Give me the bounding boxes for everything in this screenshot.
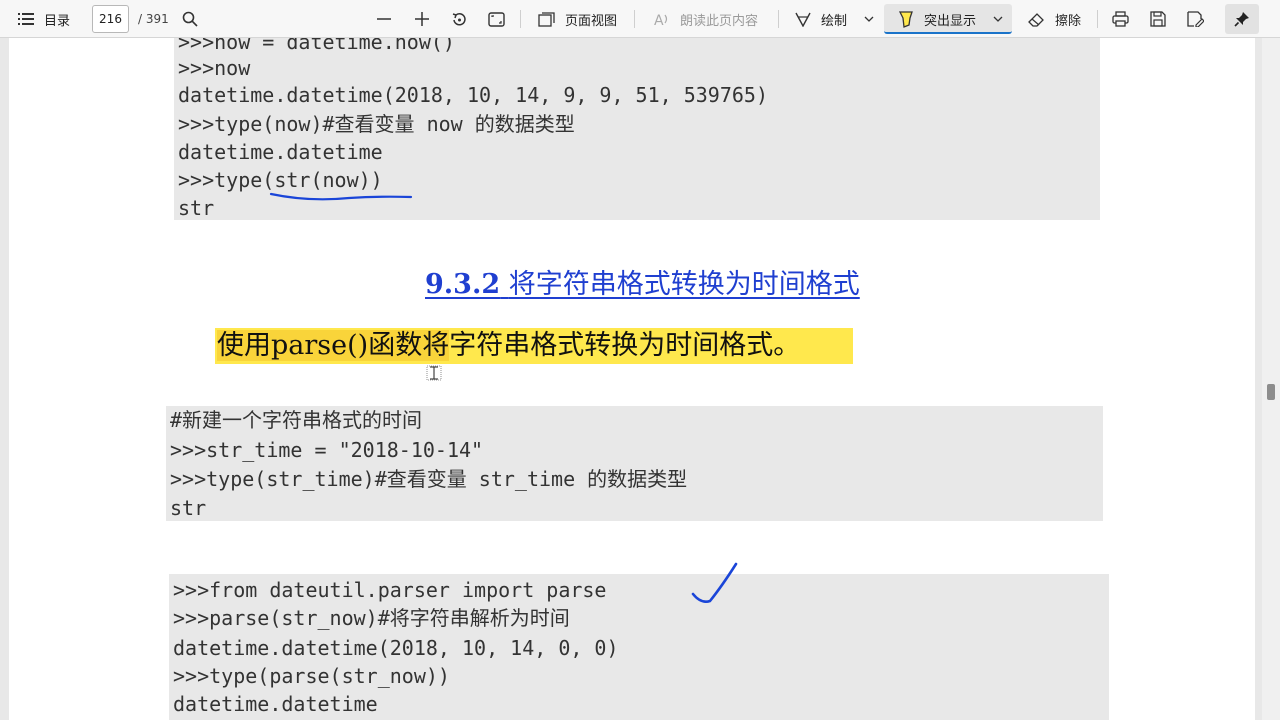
read-aloud-button[interactable]: A 朗读此页内容 bbox=[654, 0, 758, 38]
chevron-down-icon bbox=[864, 16, 874, 22]
toolbar-separator bbox=[520, 10, 521, 28]
highlighted-paragraph: 使用parse()函数将字符串格式转换为时间格式。 bbox=[215, 328, 853, 364]
code-line: datetime.datetime(2018, 10, 14, 0, 0) bbox=[173, 636, 619, 660]
code-line: >>>type(str_time)#查看变量 str_time 的数据类型 bbox=[170, 467, 688, 491]
highlight-label: 突出显示 bbox=[924, 13, 977, 29]
code-line: #新建一个字符串格式的时间 bbox=[170, 408, 423, 432]
highlight-button-content[interactable]: 突出显示 bbox=[898, 0, 976, 38]
paragraph-text: 字符串格式转换为时间格式。 bbox=[449, 330, 801, 361]
eraser-icon bbox=[1028, 12, 1045, 27]
zoom-out-icon bbox=[376, 11, 392, 27]
draw-options-dropdown[interactable] bbox=[864, 0, 874, 38]
scrollbar-thumb[interactable] bbox=[1267, 384, 1275, 400]
toolbar-separator bbox=[1097, 10, 1098, 28]
code-line: >>>parse(str_now)#将字符串解析为时间 bbox=[173, 606, 570, 630]
section-title: 将字符串格式转换为时间格式 bbox=[508, 269, 860, 300]
search-icon bbox=[182, 11, 198, 27]
pin-icon bbox=[1234, 11, 1250, 27]
section-number: 9.3.2 bbox=[425, 269, 501, 300]
pdf-toolbar: 目录 / 391 页面视图 A bbox=[0, 0, 1280, 38]
toc-button[interactable]: 目录 bbox=[18, 0, 70, 38]
read-aloud-label: 朗读此页内容 bbox=[680, 13, 759, 29]
code-line: str bbox=[170, 496, 207, 520]
zoom-in-icon bbox=[414, 11, 430, 27]
page-view-label: 页面视图 bbox=[565, 13, 618, 29]
code-line: datetime.datetime bbox=[178, 140, 383, 164]
zoom-out-button[interactable] bbox=[376, 0, 392, 38]
save-icon bbox=[1150, 11, 1166, 27]
draw-icon bbox=[795, 11, 811, 27]
pin-toolbar-content[interactable] bbox=[1234, 0, 1250, 38]
read-aloud-icon: A bbox=[654, 12, 670, 27]
code-line: >>>str_time = "2018-10-14" bbox=[170, 438, 484, 462]
toolbar-separator bbox=[778, 10, 779, 28]
fit-page-icon bbox=[488, 11, 505, 27]
toc-label: 目录 bbox=[44, 13, 71, 29]
pdf-page: >>>now = datetime.now() >>>now datetime.… bbox=[9, 38, 1255, 720]
print-button[interactable] bbox=[1112, 0, 1129, 38]
highlighter-icon bbox=[898, 10, 914, 28]
vertical-scrollbar[interactable] bbox=[1262, 38, 1280, 720]
text-cursor-icon bbox=[426, 365, 442, 381]
rotate-icon bbox=[451, 11, 468, 28]
code-block-parse: >>>from dateutil.parser import parse >>>… bbox=[169, 574, 1109, 720]
erase-button[interactable]: 擦除 bbox=[1028, 0, 1081, 38]
chevron-down-icon bbox=[993, 16, 1003, 22]
zoom-in-button[interactable] bbox=[414, 0, 430, 38]
code-block-str-time: #新建一个字符串格式的时间 >>>str_time = "2018-10-14"… bbox=[166, 406, 1103, 521]
svg-text:A: A bbox=[654, 13, 664, 27]
erase-label: 擦除 bbox=[1055, 13, 1082, 29]
print-icon bbox=[1112, 11, 1129, 27]
save-as-button[interactable] bbox=[1187, 0, 1204, 38]
code-line: str bbox=[178, 196, 215, 220]
draw-label: 绘制 bbox=[821, 13, 848, 29]
paragraph-highlight-overlap: 使用parse()函数将 bbox=[217, 330, 450, 361]
code-line: >>>type(parse(str_now)) bbox=[173, 664, 450, 688]
rotate-button[interactable] bbox=[451, 0, 468, 38]
highlight-options-dropdown[interactable] bbox=[993, 0, 1003, 38]
code-line: datetime.datetime(2018, 10, 14, 9, 9, 51… bbox=[178, 83, 769, 107]
code-line: datetime.datetime bbox=[173, 692, 378, 716]
fit-page-button[interactable] bbox=[488, 0, 505, 38]
section-heading-link[interactable]: 9.3.2 将字符串格式转换为时间格式 bbox=[425, 262, 985, 302]
code-line: >>>now bbox=[178, 56, 251, 80]
code-line: >>>type(str(now)) bbox=[178, 168, 383, 192]
save-button[interactable] bbox=[1150, 0, 1166, 38]
toolbar-separator bbox=[634, 10, 635, 28]
code-block-datetime-now: >>>now = datetime.now() >>>now datetime.… bbox=[174, 38, 1100, 220]
code-line: >>>from dateutil.parser import parse bbox=[173, 578, 607, 602]
save-as-icon bbox=[1187, 11, 1204, 27]
page-view-button[interactable]: 页面视图 bbox=[538, 0, 617, 38]
code-line: >>>type(now)#查看变量 now 的数据类型 bbox=[178, 112, 575, 136]
draw-button[interactable]: 绘制 bbox=[795, 0, 847, 38]
page-total: / 391 bbox=[138, 12, 169, 26]
toc-icon bbox=[18, 12, 34, 26]
page-view-icon bbox=[538, 11, 555, 27]
search-button[interactable] bbox=[182, 0, 198, 38]
page-number-input[interactable] bbox=[92, 5, 129, 33]
